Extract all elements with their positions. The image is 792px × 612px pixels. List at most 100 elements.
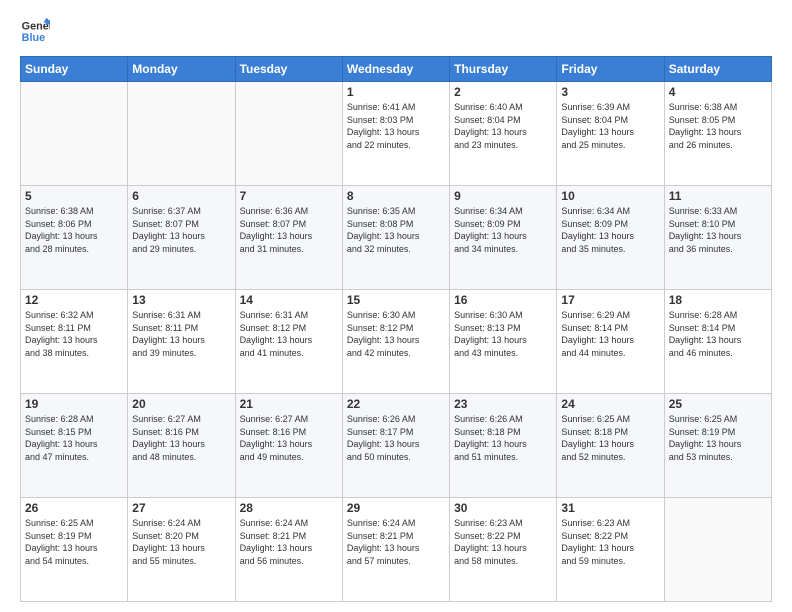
calendar-cell: 18Sunrise: 6:28 AM Sunset: 8:14 PM Dayli… bbox=[664, 290, 771, 394]
calendar-cell: 25 Sunrise: 6:25 AM Sunset: 8:19 PM Dayli… bbox=[664, 394, 771, 498]
calendar-cell: 31 Sunrise: 6:23 AM Sunset: 8:22 PM Dayli… bbox=[557, 498, 664, 602]
calendar-body: 1 Sunrise: 6:41 AM Sunset: 8:03 PM Daylig… bbox=[21, 82, 772, 602]
calendar-cell bbox=[235, 82, 342, 186]
calendar-cell: 4 Sunrise: 6:38 AM Sunset: 8:05 PM Daylig… bbox=[664, 82, 771, 186]
calendar-cell: 10Sunrise: 6:34 AM Sunset: 8:09 PM Dayli… bbox=[557, 186, 664, 290]
cell-info: Sunrise: 6:34 AM Sunset: 8:09 PM Dayligh… bbox=[454, 205, 552, 255]
calendar-cell: 16Sunrise: 6:30 AM Sunset: 8:13 PM Dayli… bbox=[450, 290, 557, 394]
calendar-cell: 12Sunrise: 6:32 AM Sunset: 8:11 PM Dayli… bbox=[21, 290, 128, 394]
cell-info: Sunrise: 6:24 AM Sunset: 8:21 PM Dayligh… bbox=[347, 517, 445, 567]
cell-info: Sunrise: 6:25 AM Sunset: 8:19 PM Dayligh… bbox=[25, 517, 123, 567]
calendar-header-row: SundayMondayTuesdayWednesdayThursdayFrid… bbox=[21, 57, 772, 82]
day-number: 17 bbox=[561, 293, 659, 307]
calendar-cell: 14Sunrise: 6:31 AM Sunset: 8:12 PM Dayli… bbox=[235, 290, 342, 394]
calendar-cell bbox=[21, 82, 128, 186]
day-number: 24 bbox=[561, 397, 659, 411]
cell-info: Sunrise: 6:28 AM Sunset: 8:15 PM Dayligh… bbox=[25, 413, 123, 463]
day-number: 20 bbox=[132, 397, 230, 411]
page: General Blue SundayMondayTuesdayWednesda… bbox=[0, 0, 792, 612]
calendar-cell: 15 Sunrise: 6:30 AM Sunset: 8:12 PM Dayli… bbox=[342, 290, 449, 394]
day-number: 7 bbox=[240, 189, 338, 203]
day-number: 26 bbox=[25, 501, 123, 515]
day-number: 2 bbox=[454, 85, 552, 99]
day-number: 4 bbox=[669, 85, 767, 99]
cell-info: Sunrise: 6:37 AM Sunset: 8:07 PM Dayligh… bbox=[132, 205, 230, 255]
calendar-cell: 8Sunrise: 6:35 AM Sunset: 8:08 PM Daylig… bbox=[342, 186, 449, 290]
calendar-table: SundayMondayTuesdayWednesdayThursdayFrid… bbox=[20, 56, 772, 602]
cell-info: Sunrise: 6:38 AM Sunset: 8:05 PM Dayligh… bbox=[669, 101, 767, 151]
logo-icon: General Blue bbox=[20, 16, 50, 46]
calendar-cell: 19 Sunrise: 6:28 AM Sunset: 8:15 PM Dayli… bbox=[21, 394, 128, 498]
calendar-cell: 9 Sunrise: 6:34 AM Sunset: 8:09 PM Daylig… bbox=[450, 186, 557, 290]
logo: General Blue bbox=[20, 16, 50, 46]
day-number: 9 bbox=[454, 189, 552, 203]
day-number: 14 bbox=[240, 293, 338, 307]
day-number: 22 bbox=[347, 397, 445, 411]
week-row-1: 1 Sunrise: 6:41 AM Sunset: 8:03 PM Daylig… bbox=[21, 82, 772, 186]
cell-info: Sunrise: 6:33 AM Sunset: 8:10 PM Dayligh… bbox=[669, 205, 767, 255]
cell-info: Sunrise: 6:25 AM Sunset: 8:19 PM Dayligh… bbox=[669, 413, 767, 463]
day-number: 8 bbox=[347, 189, 445, 203]
column-header-monday: Monday bbox=[128, 57, 235, 82]
column-header-tuesday: Tuesday bbox=[235, 57, 342, 82]
calendar-cell: 22 Sunrise: 6:26 AM Sunset: 8:17 PM Dayli… bbox=[342, 394, 449, 498]
day-number: 28 bbox=[240, 501, 338, 515]
day-number: 1 bbox=[347, 85, 445, 99]
day-number: 27 bbox=[132, 501, 230, 515]
cell-info: Sunrise: 6:29 AM Sunset: 8:14 PM Dayligh… bbox=[561, 309, 659, 359]
cell-info: Sunrise: 6:39 AM Sunset: 8:04 PM Dayligh… bbox=[561, 101, 659, 151]
calendar-cell: 23 Sunrise: 6:26 AM Sunset: 8:18 PM Dayli… bbox=[450, 394, 557, 498]
day-number: 19 bbox=[25, 397, 123, 411]
calendar-cell: 2 Sunrise: 6:40 AM Sunset: 8:04 PM Daylig… bbox=[450, 82, 557, 186]
calendar-cell: 17 Sunrise: 6:29 AM Sunset: 8:14 PM Dayli… bbox=[557, 290, 664, 394]
cell-info: Sunrise: 6:26 AM Sunset: 8:17 PM Dayligh… bbox=[347, 413, 445, 463]
day-number: 21 bbox=[240, 397, 338, 411]
day-number: 30 bbox=[454, 501, 552, 515]
day-number: 10 bbox=[561, 189, 659, 203]
calendar-cell: 21 Sunrise: 6:27 AM Sunset: 8:16 PM Dayli… bbox=[235, 394, 342, 498]
cell-info: Sunrise: 6:31 AM Sunset: 8:11 PM Dayligh… bbox=[132, 309, 230, 359]
calendar-cell: 26 Sunrise: 6:25 AM Sunset: 8:19 PM Dayli… bbox=[21, 498, 128, 602]
calendar-cell: 24 Sunrise: 6:25 AM Sunset: 8:18 PM Dayli… bbox=[557, 394, 664, 498]
cell-info: Sunrise: 6:25 AM Sunset: 8:18 PM Dayligh… bbox=[561, 413, 659, 463]
day-number: 31 bbox=[561, 501, 659, 515]
column-header-friday: Friday bbox=[557, 57, 664, 82]
calendar-cell: 1 Sunrise: 6:41 AM Sunset: 8:03 PM Daylig… bbox=[342, 82, 449, 186]
calendar-cell bbox=[664, 498, 771, 602]
cell-info: Sunrise: 6:27 AM Sunset: 8:16 PM Dayligh… bbox=[240, 413, 338, 463]
week-row-3: 12Sunrise: 6:32 AM Sunset: 8:11 PM Dayli… bbox=[21, 290, 772, 394]
cell-info: Sunrise: 6:24 AM Sunset: 8:21 PM Dayligh… bbox=[240, 517, 338, 567]
week-row-2: 5Sunrise: 6:38 AM Sunset: 8:06 PM Daylig… bbox=[21, 186, 772, 290]
cell-info: Sunrise: 6:41 AM Sunset: 8:03 PM Dayligh… bbox=[347, 101, 445, 151]
calendar-cell: 6Sunrise: 6:37 AM Sunset: 8:07 PM Daylig… bbox=[128, 186, 235, 290]
day-number: 25 bbox=[669, 397, 767, 411]
cell-info: Sunrise: 6:26 AM Sunset: 8:18 PM Dayligh… bbox=[454, 413, 552, 463]
cell-info: Sunrise: 6:40 AM Sunset: 8:04 PM Dayligh… bbox=[454, 101, 552, 151]
day-number: 23 bbox=[454, 397, 552, 411]
day-number: 11 bbox=[669, 189, 767, 203]
calendar-cell: 7 Sunrise: 6:36 AM Sunset: 8:07 PM Daylig… bbox=[235, 186, 342, 290]
cell-info: Sunrise: 6:30 AM Sunset: 8:12 PM Dayligh… bbox=[347, 309, 445, 359]
calendar-cell: 11 Sunrise: 6:33 AM Sunset: 8:10 PM Dayli… bbox=[664, 186, 771, 290]
day-number: 12 bbox=[25, 293, 123, 307]
cell-info: Sunrise: 6:36 AM Sunset: 8:07 PM Dayligh… bbox=[240, 205, 338, 255]
calendar-cell: 3 Sunrise: 6:39 AM Sunset: 8:04 PM Daylig… bbox=[557, 82, 664, 186]
calendar-cell: 13 Sunrise: 6:31 AM Sunset: 8:11 PM Dayli… bbox=[128, 290, 235, 394]
day-number: 29 bbox=[347, 501, 445, 515]
calendar-cell: 5Sunrise: 6:38 AM Sunset: 8:06 PM Daylig… bbox=[21, 186, 128, 290]
column-header-sunday: Sunday bbox=[21, 57, 128, 82]
day-number: 13 bbox=[132, 293, 230, 307]
calendar-cell bbox=[128, 82, 235, 186]
calendar-cell: 29 Sunrise: 6:24 AM Sunset: 8:21 PM Dayli… bbox=[342, 498, 449, 602]
svg-text:Blue: Blue bbox=[22, 32, 45, 44]
cell-info: Sunrise: 6:24 AM Sunset: 8:20 PM Dayligh… bbox=[132, 517, 230, 567]
cell-info: Sunrise: 6:28 AM Sunset: 8:14 PM Dayligh… bbox=[669, 309, 767, 359]
column-header-thursday: Thursday bbox=[450, 57, 557, 82]
day-number: 15 bbox=[347, 293, 445, 307]
cell-info: Sunrise: 6:30 AM Sunset: 8:13 PM Dayligh… bbox=[454, 309, 552, 359]
day-number: 5 bbox=[25, 189, 123, 203]
cell-info: Sunrise: 6:23 AM Sunset: 8:22 PM Dayligh… bbox=[561, 517, 659, 567]
cell-info: Sunrise: 6:27 AM Sunset: 8:16 PM Dayligh… bbox=[132, 413, 230, 463]
day-number: 3 bbox=[561, 85, 659, 99]
week-row-4: 19 Sunrise: 6:28 AM Sunset: 8:15 PM Dayli… bbox=[21, 394, 772, 498]
